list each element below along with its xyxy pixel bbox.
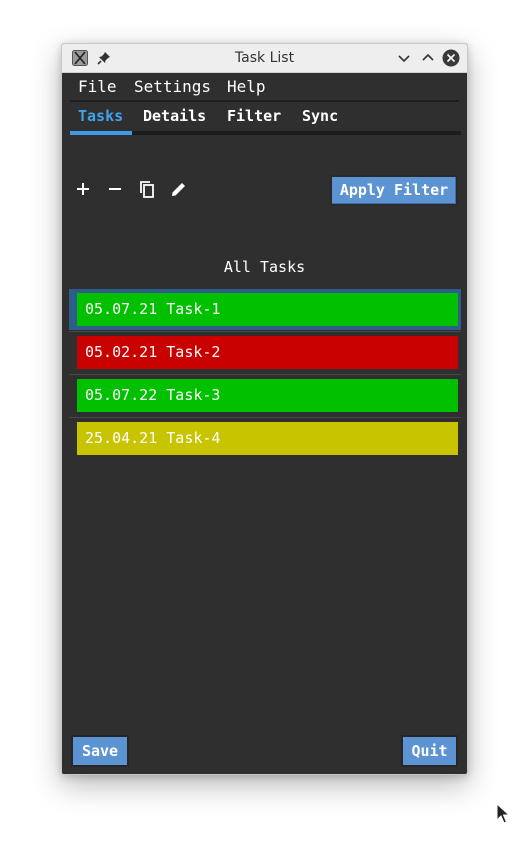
tab-sync[interactable]: Sync (302, 107, 338, 125)
task-label: 05.07.22 Task-3 (77, 379, 458, 412)
tab-filter[interactable]: Filter (227, 107, 281, 125)
tab-tasks[interactable]: Tasks (78, 107, 123, 125)
menu-file[interactable]: File (78, 77, 117, 96)
tab-details[interactable]: Details (143, 107, 206, 125)
task-row[interactable]: 05.07.22 Task-3 (69, 375, 461, 416)
title-bar[interactable]: Task List (62, 44, 467, 73)
task-row[interactable]: 25.04.21 Task-4 (69, 418, 461, 459)
menu-help[interactable]: Help (227, 77, 266, 96)
copy-icon[interactable] (138, 180, 156, 198)
minimize-icon[interactable] (395, 49, 413, 67)
close-icon[interactable] (442, 49, 460, 67)
quit-button[interactable]: Quit (401, 735, 458, 767)
apply-filter-button[interactable]: Apply Filter (330, 175, 458, 206)
remove-icon[interactable] (106, 180, 124, 198)
add-icon[interactable] (74, 180, 92, 198)
task-row[interactable]: 05.02.21 Task-2 (69, 332, 461, 373)
menu-separator (70, 100, 459, 102)
task-label: 05.07.21 Task-1 (77, 293, 458, 326)
edit-icon[interactable] (170, 180, 188, 198)
list-title: All Tasks (223, 258, 306, 276)
menu-bar: File Settings Help (62, 73, 467, 100)
active-tab-indicator (70, 131, 132, 135)
task-list-window: Task List File Settings Help Tasks Detai… (61, 43, 468, 775)
task-row[interactable]: 05.07.21 Task-1 (69, 289, 461, 330)
maximize-icon[interactable] (419, 49, 437, 67)
mouse-cursor-icon (496, 803, 510, 824)
menu-settings[interactable]: Settings (134, 77, 211, 96)
save-button[interactable]: Save (71, 735, 129, 767)
task-label: 25.04.21 Task-4 (77, 422, 458, 455)
task-label: 05.02.21 Task-2 (77, 336, 458, 369)
